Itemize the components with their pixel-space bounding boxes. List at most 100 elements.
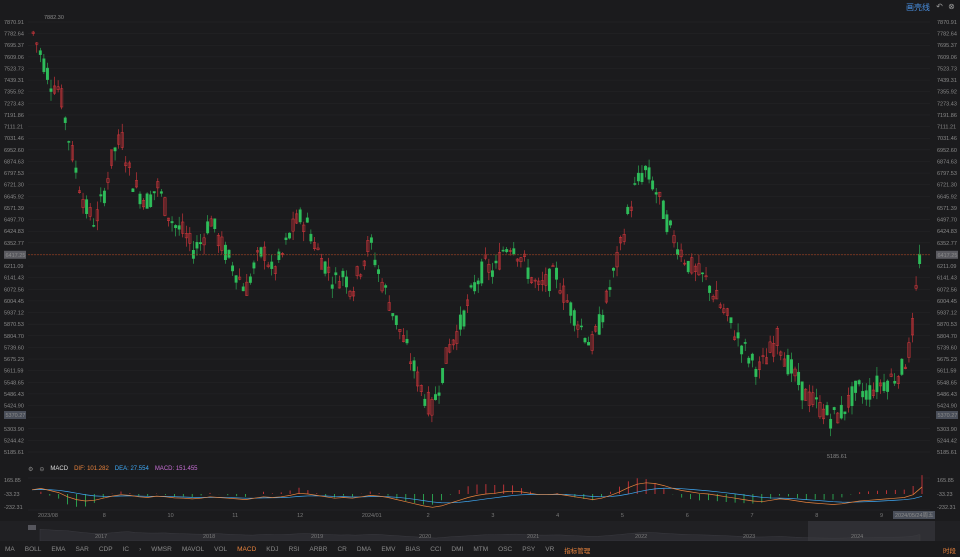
candle-body xyxy=(555,267,558,280)
candle-body xyxy=(601,314,605,323)
price-tick-right: 7273.43 xyxy=(937,101,957,107)
indicator-tab-7[interactable]: WMSR xyxy=(146,546,177,553)
candle-body xyxy=(665,214,669,233)
candle-body xyxy=(473,282,477,292)
candle-body xyxy=(434,394,437,401)
candle-body xyxy=(227,249,231,258)
macd-tick-right: -33.23 xyxy=(937,492,953,498)
candle-body xyxy=(138,193,142,205)
indicator-tab-22[interactable]: PSY xyxy=(517,546,540,553)
candle-body xyxy=(790,359,793,374)
right-period-tab[interactable]: 时段 xyxy=(943,545,956,555)
date-label: 12 xyxy=(297,513,303,519)
macd-header: ⚙ ⊖ MACD DIF: 101.282 DEA: 27.554 MACD: … xyxy=(28,464,198,474)
indicator-tab-12[interactable]: RSI xyxy=(284,546,305,553)
indicator-tab-19[interactable]: DMI xyxy=(446,546,468,553)
candle-body xyxy=(505,249,509,253)
price-tick-left: 6645.92 xyxy=(4,194,24,200)
price-tick-left: 7695.37 xyxy=(4,43,24,49)
candle-body xyxy=(131,188,135,193)
price-tick-left: 7609.06 xyxy=(4,55,24,61)
price-tick-right: 7191.86 xyxy=(937,113,957,119)
indicator-tab-3[interactable]: SAR xyxy=(70,546,93,553)
candle-body xyxy=(547,268,551,292)
high-annotation: 7882.30 xyxy=(44,15,64,21)
candle-body xyxy=(270,261,274,269)
candle-body xyxy=(636,172,640,182)
indicator-tab-8[interactable]: MAVOL xyxy=(177,546,209,553)
indicator-tab-14[interactable]: CR xyxy=(332,546,351,553)
settings-icon[interactable]: ⚙ xyxy=(28,466,33,473)
candle-body xyxy=(42,58,46,73)
date-label: 4 xyxy=(556,513,559,519)
current-price-right: 5370.27 xyxy=(938,413,958,419)
price-tick-left: 7439.31 xyxy=(4,78,24,84)
price-tick-left: 5675.23 xyxy=(4,357,24,363)
candle-body xyxy=(800,381,804,401)
indicator-tab-20[interactable]: MTM xyxy=(468,546,493,553)
macd-tick-right: -232.31 xyxy=(937,505,956,511)
candle-body xyxy=(149,194,153,207)
candle-body xyxy=(231,265,235,272)
indicator-tab-2[interactable]: EMA xyxy=(46,546,70,553)
candle-body xyxy=(501,249,505,252)
price-tick-right: 6571.39 xyxy=(937,206,957,212)
candle-body xyxy=(99,194,103,197)
price-tick-right: 5424.90 xyxy=(937,404,957,410)
macd-macd-value: MACD: 151.455 xyxy=(154,466,198,472)
candle-body xyxy=(206,221,210,234)
indicator-tab-17[interactable]: BIAS xyxy=(400,546,425,553)
indicator-tab-1[interactable]: BOLL xyxy=(20,546,47,553)
candle-body xyxy=(373,259,377,266)
candle-body xyxy=(918,253,922,264)
price-tick-right: 6797.53 xyxy=(937,171,957,177)
candle-body xyxy=(686,260,690,273)
candle-body xyxy=(708,285,712,293)
indicator-tab-24[interactable]: 指标管理 xyxy=(559,545,595,555)
candle-body xyxy=(494,260,498,264)
indicator-tab-9[interactable]: VOL xyxy=(209,546,232,553)
indicator-tab-15[interactable]: DMA xyxy=(352,546,376,553)
candle-body xyxy=(857,380,861,385)
price-tick-right: 7782.64 xyxy=(937,32,957,38)
candle-body xyxy=(579,325,583,328)
cursor-date: 2024/05/24周五 xyxy=(895,512,934,519)
candle-body xyxy=(252,262,256,269)
candle-body xyxy=(868,385,872,400)
indicator-tab-21[interactable]: OSC xyxy=(493,546,517,553)
price-tick-left: 6211.09 xyxy=(4,264,23,270)
candle-body xyxy=(647,167,651,180)
indicator-tab-4[interactable]: CDP xyxy=(94,546,118,553)
price-tick-right: 6211.09 xyxy=(937,264,956,270)
collapse-icon[interactable]: ⊖ xyxy=(39,466,44,473)
indicator-tab-6[interactable]: › xyxy=(134,546,146,553)
price-tick-left: 7191.86 xyxy=(4,113,24,119)
price-tick-right: 5804.70 xyxy=(937,334,957,340)
indicator-tab-5[interactable]: IC xyxy=(118,546,135,553)
indicator-tab-16[interactable]: EMV xyxy=(376,546,400,553)
candle-body xyxy=(900,358,904,375)
candle-body xyxy=(458,314,462,330)
indicator-tab-11[interactable]: KDJ xyxy=(261,546,283,553)
price-tick-right: 6952.60 xyxy=(937,148,957,154)
indicator-tab-10[interactable]: MACD xyxy=(232,546,261,553)
indicator-tab-18[interactable]: CCI xyxy=(425,546,446,553)
candle-body xyxy=(49,88,53,92)
indicator-tab-0[interactable]: MA xyxy=(0,546,20,553)
candle-body xyxy=(177,225,181,230)
macd-dea-value: DEA: 27.554 xyxy=(114,466,149,472)
price-tick-right: 6645.92 xyxy=(937,194,957,200)
date-label: 9 xyxy=(880,513,883,519)
indicator-tab-13[interactable]: ARBR xyxy=(304,546,332,553)
indicator-tab-23[interactable]: VR xyxy=(540,546,559,553)
price-tick-left: 6571.39 xyxy=(4,206,24,212)
candle-body xyxy=(814,397,818,400)
low-annotation: 5185.61 xyxy=(827,454,847,460)
candle-body xyxy=(526,267,530,279)
navigator-year: 2022 xyxy=(635,534,647,540)
navigator-overlay[interactable]: 2017 2018 2019 2020 2021 2022 2023 2024 xyxy=(0,521,960,541)
candle-body xyxy=(412,360,416,372)
price-tick-left: 6072.56 xyxy=(4,287,24,293)
candle-body xyxy=(861,391,865,398)
price-tick-left: 5486.43 xyxy=(4,392,24,398)
